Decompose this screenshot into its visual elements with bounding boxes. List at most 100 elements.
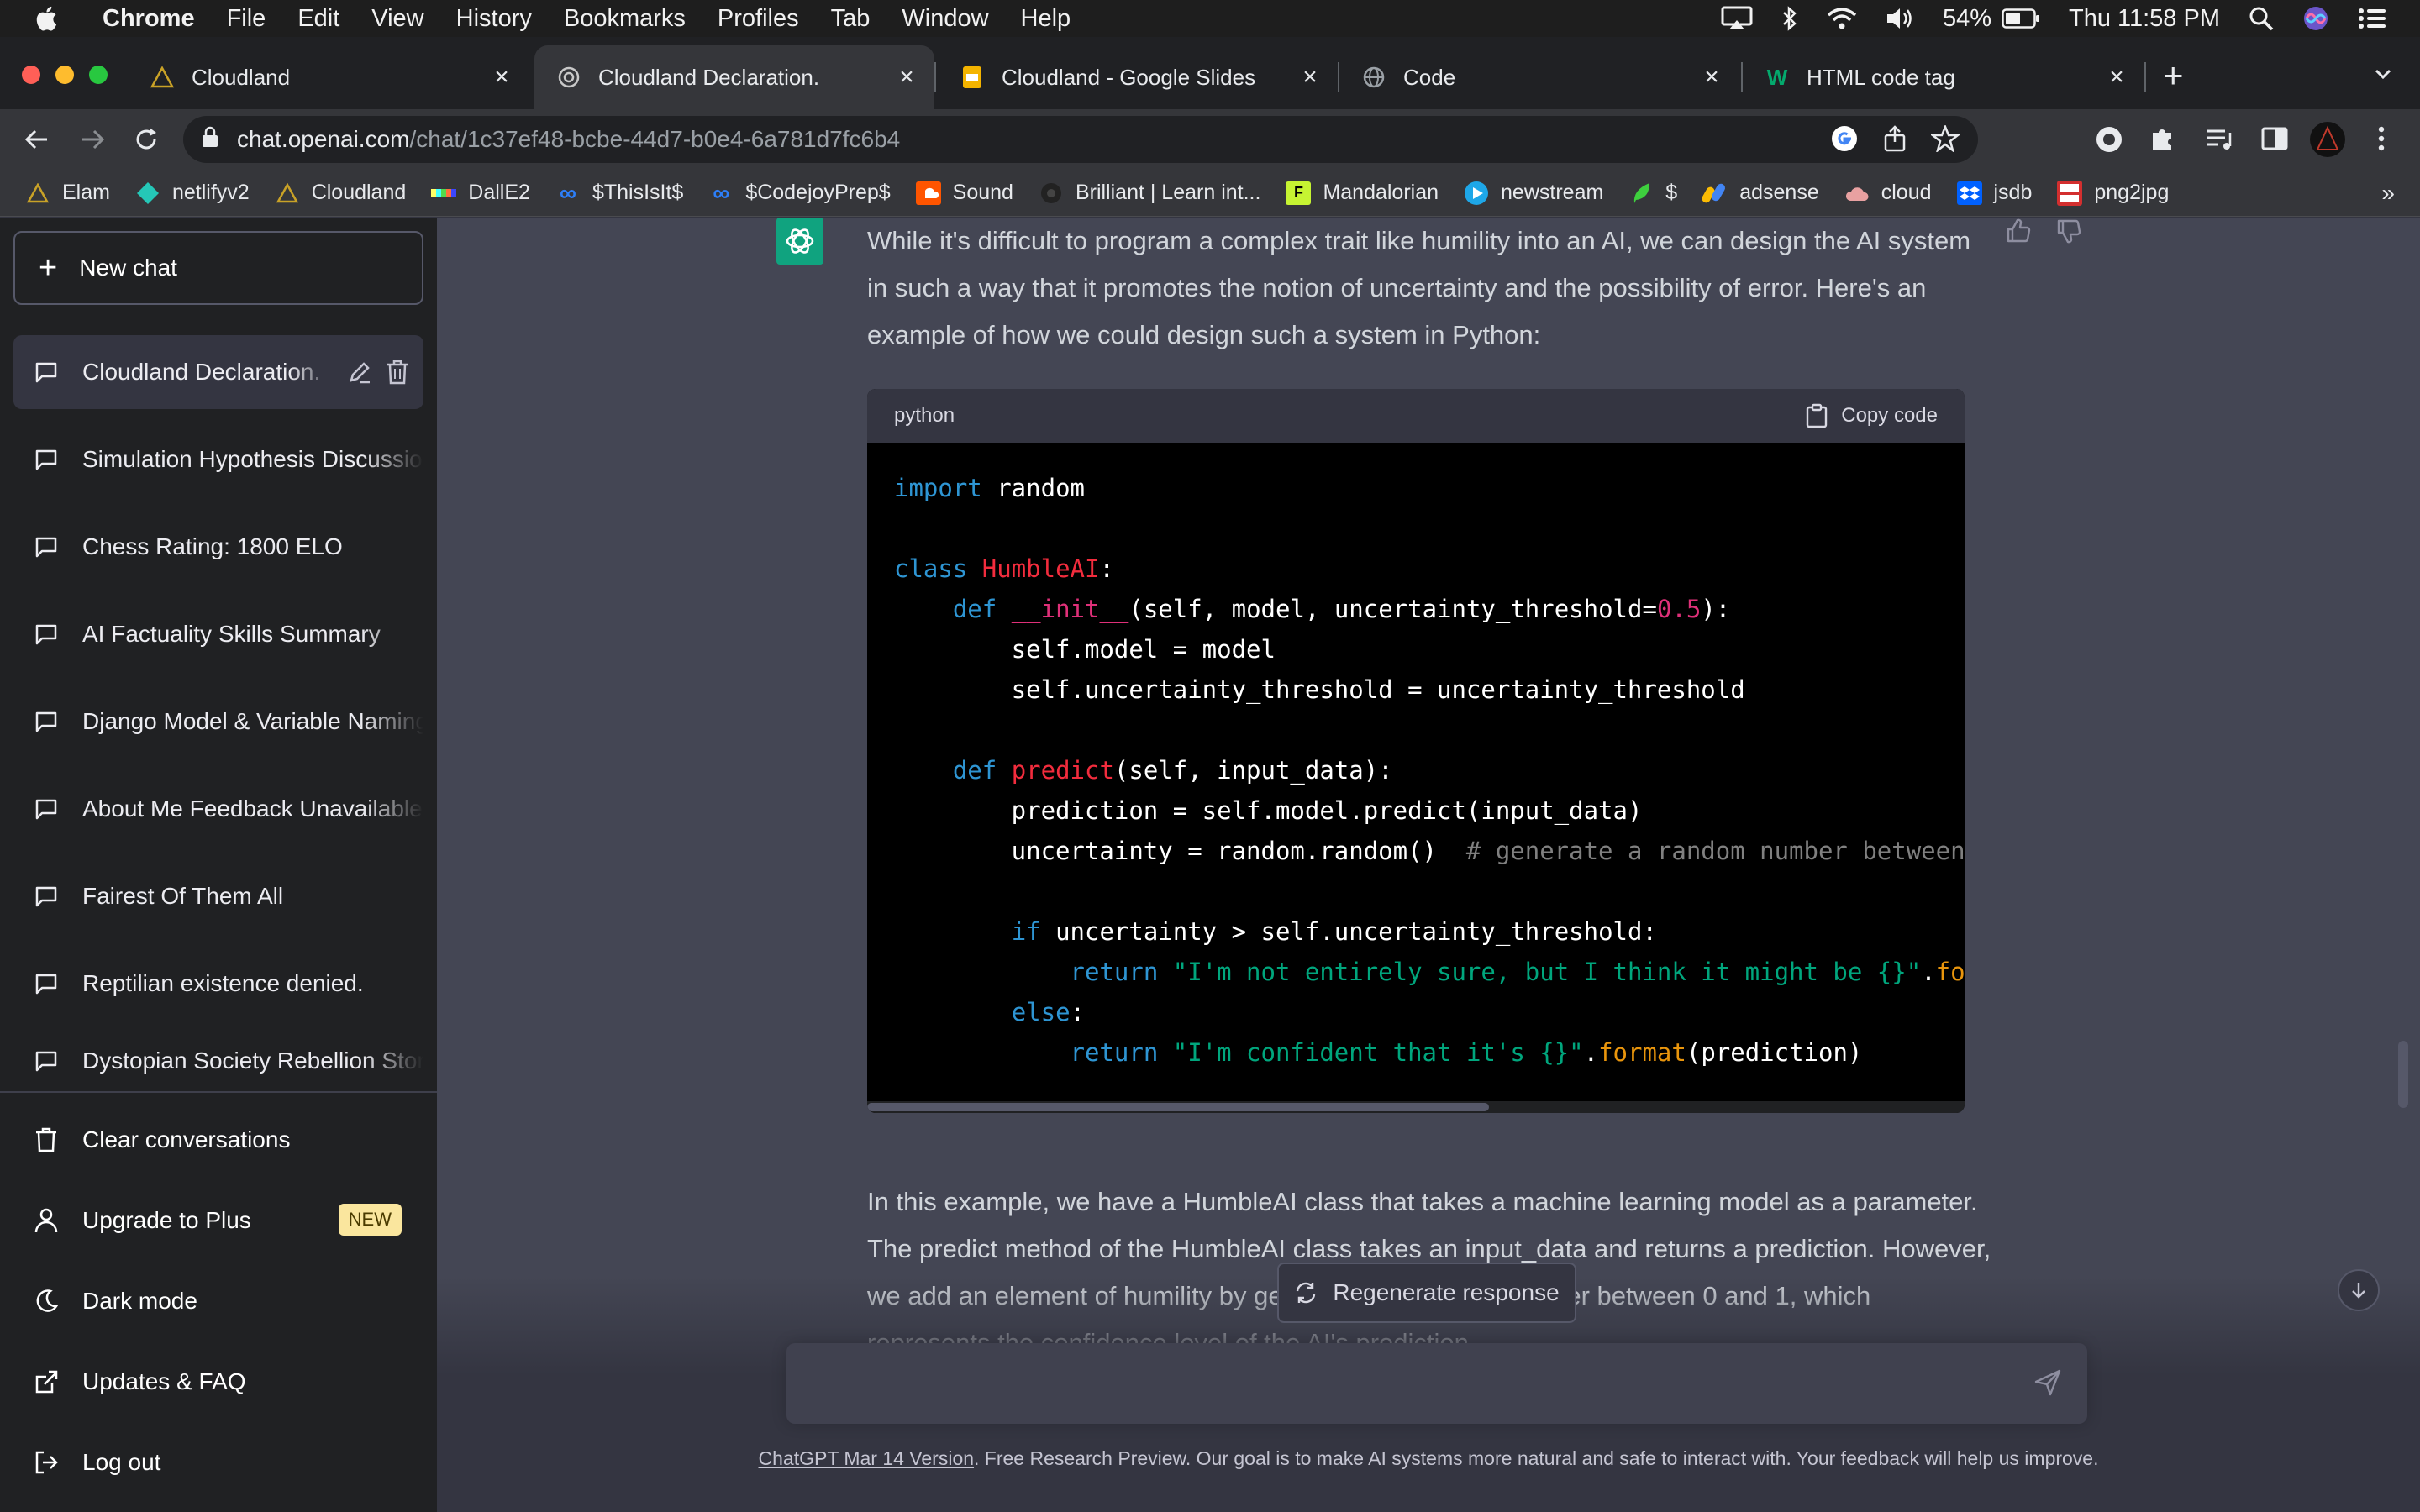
airplay-icon[interactable] [1721,6,1753,31]
openai-logo-icon [786,228,814,254]
menu-app-name[interactable]: Chrome [103,5,195,33]
apple-logo-icon[interactable] [34,4,62,33]
browser-tab-code[interactable]: Code × [1339,45,1739,109]
puzzle-extensions-icon[interactable] [2148,124,2176,157]
menu-edit[interactable]: Edit [297,5,339,33]
bookmark-dollar[interactable]: $ [1628,181,1677,205]
siri-icon[interactable] [2302,5,2329,32]
close-tab-icon[interactable]: × [1296,63,1324,92]
address-bar[interactable]: chat.openai.com/chat/1c37ef48-bcbe-44d7-… [183,116,1978,163]
menu-file[interactable]: File [227,5,266,33]
menu-help[interactable]: Help [1021,5,1071,33]
share-icon[interactable] [1884,125,1906,158]
spotlight-search-icon[interactable] [2249,6,2274,31]
bookmark-star-icon[interactable] [1929,123,1961,158]
bookmark-netlifyv2[interactable]: netlifyv2 [135,181,250,205]
bookmark-dalle2[interactable]: DallE2 [431,181,530,205]
regenerate-response-button[interactable]: Regenerate response [1277,1263,1576,1323]
bookmark-jsdb[interactable]: jsdb [1956,181,2032,205]
bookmark-cloudland[interactable]: Cloudland [275,181,406,205]
code-body[interactable]: import random class HumbleAI: def __init… [867,443,1965,1113]
scroll-to-bottom-button[interactable] [2338,1269,2380,1311]
updates-faq-link[interactable]: Updates & FAQ [13,1347,424,1417]
extension-icon[interactable] [2094,124,2124,159]
thumbs-up-icon[interactable] [2005,218,2032,244]
conversation-item[interactable]: About Me Feedback Unavailable [13,772,424,846]
thumbs-down-icon[interactable] [2055,218,2082,244]
browser-tab-cloudland-declaration[interactable]: Cloudland Declaration. × [534,45,934,109]
new-tab-button[interactable]: + [2163,58,2184,93]
wifi-icon[interactable] [1827,7,1857,30]
bookmark-cloud[interactable]: cloud [1844,181,1932,205]
code-language-label: python [894,404,955,427]
chrome-menu-icon[interactable] [2376,124,2386,157]
bookmark-newstream[interactable]: newstream [1464,181,1603,205]
bookmark-png2jpg[interactable]: png2jpg [2057,180,2169,206]
media-playlist-icon[interactable] [2205,124,2233,157]
browser-tab-cloudland[interactable]: Cloudland × [128,45,529,109]
bluetooth-icon[interactable] [1781,5,1798,32]
window-minimize-button[interactable] [55,66,74,84]
close-tab-icon[interactable]: × [892,63,921,92]
lock-icon[interactable] [202,126,218,154]
send-icon[interactable] [2033,1368,2062,1397]
copy-code-button[interactable]: Copy code [1806,403,1938,428]
upgrade-to-plus-button[interactable]: Upgrade to Plus NEW [13,1185,424,1256]
browser-tab-google-slides[interactable]: Cloudland - Google Slides × [938,45,1338,109]
conversation-item[interactable]: Reptilian existence denied. [13,947,424,1021]
browser-tab-html-code-tag[interactable]: W HTML code tag × [1743,45,2144,109]
conversation-item[interactable]: Fairest Of Them All [13,859,424,933]
conversation-item[interactable]: Dystopian Society Rebellion Story [13,1034,424,1088]
back-arrow-icon[interactable] [22,124,52,155]
version-link[interactable]: ChatGPT Mar 14 Version [759,1447,975,1469]
bookmark-brilliant[interactable]: Brilliant | Learn int... [1039,181,1260,205]
message-input[interactable] [812,1363,1988,1404]
clear-conversations-button[interactable]: Clear conversations [13,1105,424,1175]
close-tab-icon[interactable]: × [1697,63,1726,92]
log-out-button[interactable]: Log out [13,1427,424,1498]
conversation-item-active[interactable]: Cloudland Declaration. [13,335,424,409]
control-center-icon[interactable] [2358,7,2386,30]
dark-mode-toggle[interactable]: Dark mode [13,1266,424,1336]
menu-profiles[interactable]: Profiles [718,5,799,33]
side-panel-icon[interactable] [2260,124,2289,157]
chat-vertical-scrollbar-thumb[interactable] [2398,1041,2408,1108]
close-tab-icon[interactable]: × [487,63,516,92]
menu-window[interactable]: Window [902,5,988,33]
conversation-item[interactable]: Simulation Hypothesis Discussion [13,423,424,496]
bookmark-elam[interactable]: Elam [25,181,110,205]
edit-pencil-icon[interactable] [346,359,373,386]
profile-avatar[interactable] [2309,121,2346,162]
bookmark-mandalorian[interactable]: F Mandalorian [1286,181,1439,205]
play-icon [1464,181,1489,205]
reload-icon[interactable] [131,124,161,155]
volume-icon[interactable] [1886,7,1914,30]
new-chat-button[interactable]: + New chat [13,231,424,305]
battery-icon[interactable] [2002,8,2040,29]
conversation-item[interactable]: Django Model & Variable Naming [13,685,424,759]
menu-view[interactable]: View [371,5,424,33]
conversation-item[interactable]: Chess Rating: 1800 ELO [13,510,424,584]
code-horizontal-scrollbar[interactable] [867,1101,1965,1113]
menubar-clock[interactable]: Thu 11:58 PM [2069,5,2220,33]
close-tab-icon[interactable]: × [2102,63,2131,92]
bookmark-adsense[interactable]: adsense [1702,181,1819,205]
tab-search-chevron-icon[interactable] [2371,62,2395,90]
menu-tab[interactable]: Tab [831,5,871,33]
window-close-button[interactable] [22,66,40,84]
message-input-box[interactable] [786,1343,2087,1424]
menu-history[interactable]: History [456,5,532,33]
conversation-item[interactable]: AI Factuality Skills Summary [13,597,424,671]
google-icon[interactable] [1830,124,1859,159]
forward-arrow-icon[interactable] [77,124,108,155]
delete-trash-icon[interactable] [385,359,410,386]
regenerate-label: Regenerate response [1333,1279,1560,1305]
chat-bubble-icon [35,1051,57,1072]
bookmark-thisisit[interactable]: ∞ $ThisIsIt$ [555,180,683,206]
menu-bookmarks[interactable]: Bookmarks [564,5,686,33]
bookmark-codejoyprep[interactable]: ∞ $CodejoyPrep$ [708,180,890,206]
more-bookmarks-icon[interactable]: » [2381,180,2395,207]
scrollbar-thumb[interactable] [867,1103,1489,1111]
window-zoom-button[interactable] [89,66,108,84]
bookmark-sound[interactable]: Sound [915,181,1013,205]
